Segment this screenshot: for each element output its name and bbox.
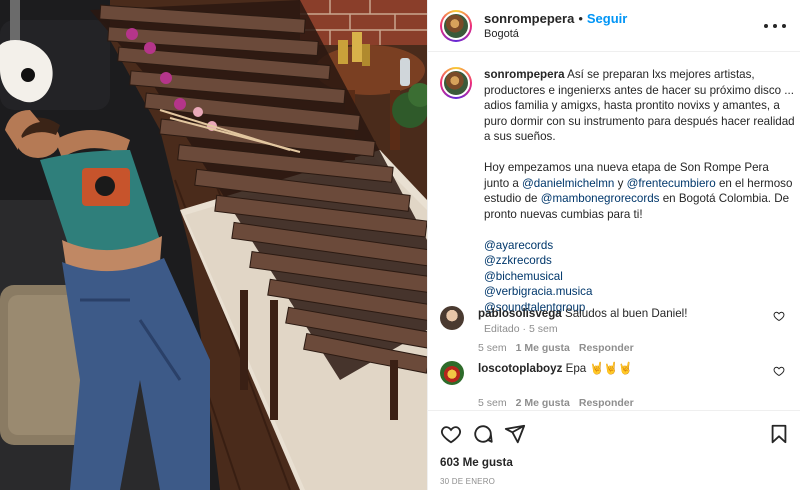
heart-icon[interactable] [773, 365, 785, 377]
paper-plane-icon[interactable] [504, 423, 526, 445]
comment-username[interactable]: loscotoplaboyz [478, 362, 562, 375]
follow-button[interactable]: Seguir [587, 11, 627, 26]
post-image [0, 0, 427, 490]
comment-icon[interactable] [472, 423, 494, 445]
post-header: sonrompepera • Seguir Bogotá [428, 0, 800, 52]
caption-text: y [614, 176, 627, 190]
mention-link[interactable]: @verbigracia.musica [484, 284, 795, 300]
mention-link[interactable]: @ayarecords [484, 238, 795, 254]
mention-link[interactable]: @frentecumbiero [627, 177, 716, 190]
post-photo[interactable] [0, 0, 427, 490]
comment-likes[interactable]: 2 Me gusta [516, 395, 570, 409]
comments-section[interactable]: sonrompepera Así se preparan lxs mejores… [428, 53, 800, 409]
author-username[interactable]: sonrompepera [484, 11, 574, 26]
post-side-panel: sonrompepera • Seguir Bogotá sonrompepera … [427, 0, 800, 490]
reply-button[interactable]: Responder [579, 395, 634, 409]
heart-icon[interactable] [773, 310, 785, 322]
heart-icon[interactable] [440, 423, 462, 445]
comment-time[interactable]: 5 sem [478, 395, 507, 409]
instagram-post: sonrompepera • Seguir Bogotá sonrompepera … [0, 0, 800, 490]
comment-username[interactable]: pablosolisvega [478, 307, 562, 320]
comment-text: Epa 🤘🤘🤘 [565, 362, 633, 375]
bookmark-icon[interactable] [768, 423, 790, 445]
comment-text: Saludos al buen Daniel! [565, 307, 688, 320]
likes-count[interactable]: 603 Me gusta [440, 456, 513, 469]
post-caption: sonrompepera Así se preparan lxs mejores… [440, 67, 795, 338]
mention-link[interactable]: @danielmichelmn [522, 177, 614, 190]
mention-link[interactable]: @mambonegrorecords [541, 192, 660, 205]
caption-username[interactable]: sonrompepera [484, 68, 565, 81]
ellipsis-icon[interactable] [764, 16, 786, 36]
comment-likes[interactable]: 1 Me gusta [516, 340, 570, 356]
separator-dot: • [578, 11, 583, 26]
post-actions: 603 Me gusta 30 DE ENERO [428, 410, 800, 490]
post-location[interactable]: Bogotá [484, 27, 627, 41]
commenter-avatar[interactable] [440, 361, 464, 385]
comment-item: loscotoplaboyz Epa 🤘🤘🤘 5 sem 2 Me gusta … [440, 361, 795, 409]
reply-button[interactable]: Responder [579, 340, 634, 356]
mention-link[interactable]: @bichemusical [484, 269, 795, 285]
commenter-avatar[interactable] [440, 306, 464, 330]
post-date[interactable]: 30 DE ENERO [440, 477, 495, 486]
comment-item: pablosolisvega Saludos al buen Daniel! 5… [440, 306, 795, 356]
caption-avatar[interactable] [440, 67, 472, 99]
mention-link[interactable]: @zzkrecords [484, 253, 795, 269]
comment-time[interactable]: 5 sem [478, 340, 507, 356]
author-avatar[interactable] [440, 9, 472, 42]
